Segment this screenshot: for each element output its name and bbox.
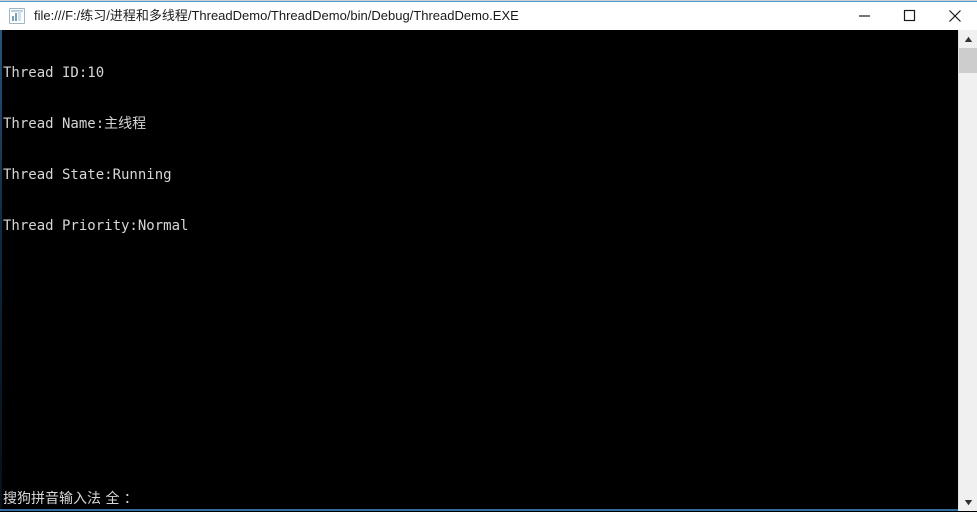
titlebar-accent-line (0, 1, 977, 2)
console-line: Thread Name:主线程 (3, 116, 147, 132)
vertical-scrollbar[interactable] (958, 30, 977, 511)
console-left-edge (0, 30, 2, 511)
console-app-icon (9, 7, 25, 24)
minimize-button[interactable] (842, 1, 887, 30)
scrollbar-track[interactable] (959, 73, 977, 493)
console-line: Thread ID:10 (3, 65, 105, 81)
console-text-block: Thread ID:10 Thread Name:主线程 Thread Stat… (3, 31, 188, 269)
ime-status-text: 搜狗拼音输入法 全 ： (3, 491, 138, 507)
bottom-accent-line (0, 509, 977, 511)
window-controls (842, 1, 977, 30)
scroll-up-button[interactable] (959, 30, 977, 48)
scroll-down-button[interactable] (959, 493, 977, 511)
title-bar[interactable]: file:///F:/练习/进程和多线程/ThreadDemo/ThreadDe… (0, 0, 977, 30)
console-line: Thread State:Running (3, 167, 172, 183)
window-title: file:///F:/练习/进程和多线程/ThreadDemo/ThreadDe… (34, 7, 519, 23)
maximize-button[interactable] (887, 1, 932, 30)
scrollbar-thumb[interactable] (959, 48, 977, 73)
console-line: Thread Priority:Normal (3, 218, 189, 234)
console-output-area[interactable]: Thread ID:10 Thread Name:主线程 Thread Stat… (0, 30, 977, 511)
console-window: file:///F:/练习/进程和多线程/ThreadDemo/ThreadDe… (0, 0, 977, 512)
close-button[interactable] (932, 1, 977, 30)
